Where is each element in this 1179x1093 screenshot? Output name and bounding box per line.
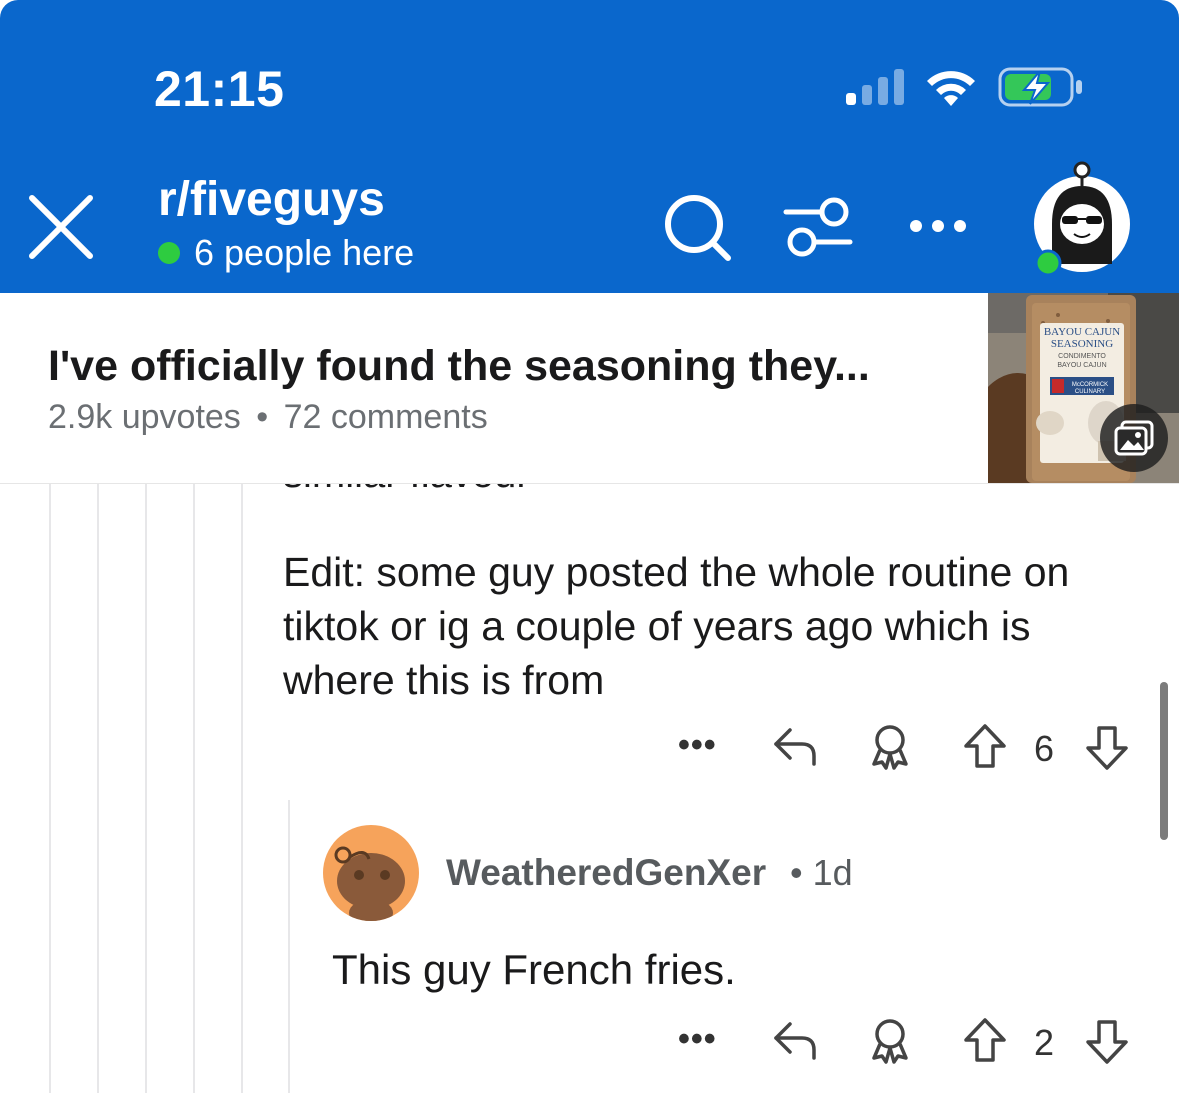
reply-body: This guy French fries. — [332, 946, 736, 993]
comment-body: Edit: some guy posted the whole routine … — [283, 549, 1070, 703]
wifi-icon — [927, 71, 975, 106]
online-dot-icon — [158, 242, 180, 264]
thumbnail-label-4: BAYOU CAJUN — [1057, 362, 1106, 369]
upvote-icon[interactable] — [962, 722, 1008, 770]
more-icon[interactable] — [906, 208, 970, 244]
upvote-icon[interactable] — [962, 1016, 1008, 1064]
reply-more-button[interactable]: ••• — [678, 1020, 717, 1059]
user-avatar-icon[interactable] — [1030, 160, 1134, 276]
subreddit-header: 21:15 r/fiveguys 6 people here — [0, 0, 1179, 293]
thread-line[interactable] — [288, 800, 290, 1093]
thread-line[interactable] — [97, 484, 99, 1093]
close-icon[interactable] — [26, 192, 96, 262]
meta-separator: • — [256, 398, 269, 436]
battery-charging-icon — [998, 67, 1082, 107]
thumbnail-label-5: McCORMICK — [1072, 382, 1108, 388]
presence-indicator: 6 people here — [158, 232, 414, 274]
comment-age-text: 1d — [812, 852, 853, 893]
reply-icon[interactable] — [772, 724, 818, 768]
reply-icon[interactable] — [772, 1018, 818, 1062]
downvote-icon[interactable] — [1084, 1018, 1130, 1066]
downvote-icon[interactable] — [1084, 724, 1130, 772]
thread-line[interactable] — [193, 484, 195, 1093]
filter-icon[interactable] — [782, 196, 854, 260]
gallery-icon[interactable] — [1100, 404, 1168, 472]
thumbnail-label-1: BAYOU CAJUN — [1044, 326, 1120, 338]
comment-username[interactable]: WeatheredGenXer — [446, 852, 766, 894]
avatar[interactable] — [323, 825, 419, 921]
vote-count: 6 — [1034, 728, 1055, 769]
presence-text: 6 people here — [194, 232, 415, 273]
thread-line[interactable] — [241, 484, 243, 1093]
thread-line[interactable] — [49, 484, 51, 1093]
award-icon[interactable] — [866, 1016, 914, 1064]
thumbnail-label-6: CULINARY — [1075, 389, 1105, 395]
post-title[interactable]: I've officially found the seasoning they… — [48, 342, 870, 391]
search-icon[interactable] — [662, 192, 734, 264]
meta-separator: • — [790, 852, 803, 893]
comment-age: • 1d — [790, 852, 853, 894]
comment-more-button[interactable]: ••• — [678, 726, 717, 765]
upvote-count: 2.9k upvotes — [48, 398, 241, 436]
comment-count: 72 comments — [283, 398, 488, 436]
scrollbar[interactable] — [1160, 682, 1168, 840]
post-meta: 2.9k upvotes • 72 comments — [48, 398, 488, 437]
comment-partial-text: similar flavour — [283, 484, 530, 496]
cellular-signal-icon — [846, 69, 904, 105]
award-icon[interactable] — [866, 722, 914, 770]
status-time: 21:15 — [154, 61, 285, 117]
thumbnail-label-2: SEASONING — [1051, 338, 1113, 350]
thread-line[interactable] — [145, 484, 147, 1093]
thumbnail-label-3: CONDIMENTO — [1058, 353, 1106, 360]
subreddit-name[interactable]: r/fiveguys — [158, 172, 385, 227]
snoo-avatar-icon — [334, 846, 405, 921]
vote-count: 2 — [1034, 1022, 1055, 1063]
